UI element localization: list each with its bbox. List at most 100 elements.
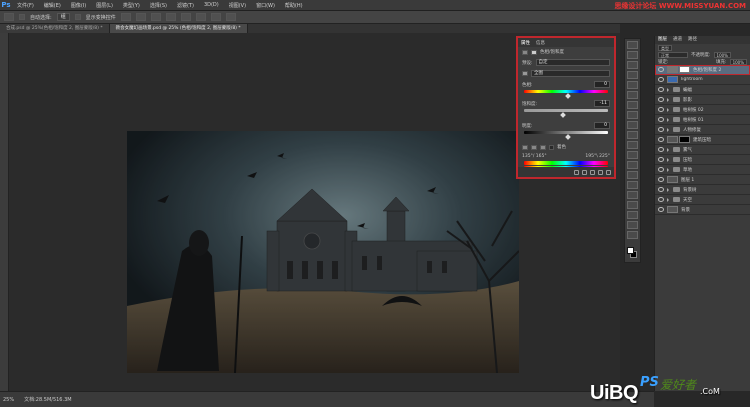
align-left-icon[interactable] [165,13,176,21]
layer-row[interactable]: 天空 [655,195,750,205]
auto-select-dropdown[interactable]: 组 [56,13,70,21]
hand-adjust-icon[interactable] [522,71,528,76]
shape-tool[interactable] [627,211,638,219]
menu-item[interactable]: 滤镜(T) [172,2,199,9]
tab-church-scene[interactable]: 教会女魔幻画场景.psd @ 25% (色相/饱和度 2, 图层蒙版/8) * [109,24,248,33]
lightness-input[interactable]: 0 [594,122,610,129]
visibility-eye-icon[interactable] [657,136,664,143]
opacity-input[interactable]: 100% [713,51,731,58]
layer-mask-thumbnail[interactable] [679,136,690,143]
layer-row[interactable]: 图层 1 [655,175,750,185]
clone-stamp-tool[interactable] [627,121,638,129]
dodge-tool[interactable] [627,171,638,179]
reset-icon[interactable] [590,169,595,175]
lightness-slider[interactable] [524,131,608,134]
expand-arrow-icon[interactable] [667,197,669,202]
tab-layers[interactable]: 图层 [658,36,667,44]
layer-mask-thumbnail[interactable] [679,66,690,73]
gradient-tool[interactable] [627,151,638,159]
preset-dropdown[interactable]: 自定 [535,59,610,66]
layer-row[interactable]: 人物修复 [655,125,750,135]
trash-icon[interactable] [606,169,611,175]
visibility-eye-icon[interactable] [657,166,664,173]
visibility-eye-icon[interactable] [657,196,664,203]
move-tool-preset-button[interactable] [4,13,14,21]
eraser-tool[interactable] [627,141,638,149]
foreground-color-swatch[interactable] [627,247,634,254]
brush-tool[interactable] [627,111,638,119]
expand-arrow-icon[interactable] [667,87,669,92]
quick-select-tool[interactable] [627,71,638,79]
visibility-eye-icon[interactable] [657,76,664,83]
expand-arrow-icon[interactable] [667,117,669,122]
show-transform-checkbox[interactable] [74,14,81,20]
visibility-eye-icon[interactable] [657,186,664,193]
visibility-eye-icon[interactable] [657,86,664,93]
hue-slider[interactable] [524,90,608,93]
clip-to-layer-icon[interactable] [574,169,579,175]
layer-row[interactable]: 色相/饱和度 2 [655,65,750,75]
align-center-icon[interactable] [180,13,191,21]
eyedropper-plus-icon[interactable] [531,144,537,150]
layer-row[interactable]: lightroom [655,75,750,85]
menu-item[interactable]: 图层(L) [91,2,118,9]
crop-tool[interactable] [627,81,638,89]
visibility-eye-icon[interactable] [657,116,664,123]
expand-arrow-icon[interactable] [667,167,669,172]
visibility-eye-icon[interactable] [657,146,664,153]
pen-tool[interactable] [627,181,638,189]
zoom-level[interactable]: 25% [3,397,14,403]
hue-input[interactable]: 0 [594,81,610,88]
layer-row[interactable]: 影影 [655,95,750,105]
healing-tool[interactable] [627,101,638,109]
visibility-eye-icon[interactable] [657,206,664,213]
eyedropper-minus-icon[interactable] [540,144,546,150]
channel-dropdown[interactable]: 全图 [531,70,610,77]
layer-row[interactable]: 蝙蝠 [655,85,750,95]
menu-item[interactable]: 图像(I) [66,2,91,9]
tab-info[interactable]: 信息 [536,40,545,46]
tab-paths[interactable]: 路径 [688,36,697,44]
auto-select-checkbox[interactable] [19,14,25,20]
layer-row[interactable]: 枯树枝 02 [655,105,750,115]
visibility-eye-icon[interactable] [657,106,664,113]
history-brush-tool[interactable] [627,131,638,139]
menu-item[interactable]: 视图(V) [224,2,251,9]
saturation-input[interactable]: -11 [594,100,610,107]
view-previous-icon[interactable] [582,169,587,175]
layer-row[interactable]: 雾气 [655,145,750,155]
align-bottom-icon[interactable] [150,13,161,21]
fill-input[interactable]: 100% [729,58,747,65]
visibility-eye-icon[interactable] [657,96,664,103]
layer-row[interactable]: 背景 [655,205,750,215]
saturation-slider-thumb[interactable] [560,112,566,118]
menu-item[interactable]: 窗口(W) [251,2,280,9]
visibility-eye-icon[interactable] [657,176,664,183]
3d-mode-icon[interactable] [225,13,236,21]
tab-properties[interactable]: 属性 [521,40,530,46]
layer-row[interactable]: 背景树 [655,185,750,195]
eyedropper-tool[interactable] [627,91,638,99]
expand-arrow-icon[interactable] [667,157,669,162]
saturation-slider[interactable] [524,109,608,112]
tab-composite[interactable]: 合成.psd @ 25%(色相/饱和度 2, 图层蒙版/8) * [0,24,110,33]
colorize-checkbox[interactable] [549,144,554,150]
expand-arrow-icon[interactable] [667,147,669,152]
menu-item[interactable]: 文件(F) [12,2,39,9]
align-right-icon[interactable] [195,13,206,21]
type-tool[interactable] [627,191,638,199]
align-top-icon[interactable] [120,13,131,21]
expand-arrow-icon[interactable] [667,97,669,102]
menu-item[interactable]: 编辑(E) [39,2,66,9]
visibility-eye-icon[interactable] [657,126,664,133]
lightness-slider-thumb[interactable] [565,134,571,140]
layer-kind-filter[interactable]: 类型 [658,44,672,51]
menu-item[interactable]: 类型(Y) [118,2,145,9]
move-tool[interactable] [627,41,638,49]
lasso-tool[interactable] [627,61,638,69]
zoom-tool[interactable] [627,231,638,239]
hand-tool[interactable] [627,221,638,229]
layer-row[interactable]: 枯树枝 01 [655,115,750,125]
eyedropper-icon[interactable] [522,144,528,150]
blend-mode-dropdown[interactable]: 正常 [658,51,688,58]
